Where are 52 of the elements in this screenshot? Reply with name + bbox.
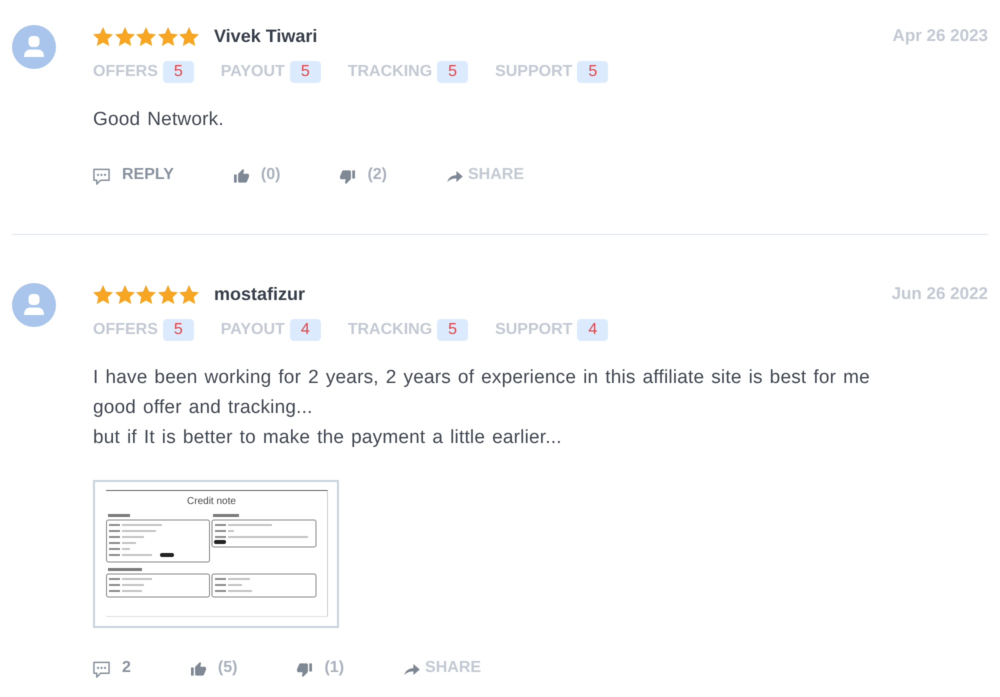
share-button[interactable]: SHARE [404, 656, 482, 680]
star-icon [179, 26, 199, 46]
share-arrow-icon [447, 171, 463, 182]
reply-button[interactable]: REPLY [93, 163, 174, 187]
score-badge: 5 [577, 61, 608, 83]
star-icon [136, 26, 156, 46]
avatar-icon [12, 25, 56, 69]
dislike-button[interactable]: (1) [297, 656, 344, 680]
review-date: Jun 26 2022 [892, 283, 988, 305]
score-badge: 5 [290, 61, 321, 83]
rating-label: TRACKING [348, 62, 432, 82]
score-badge: 5 [437, 319, 468, 341]
star-icon [114, 26, 134, 46]
star-icon [179, 284, 199, 304]
avatar-icon [12, 283, 56, 327]
score-badge: 4 [577, 319, 608, 341]
star-icon [158, 26, 178, 46]
score-badge: 4 [290, 319, 321, 341]
comment-icon [93, 661, 110, 678]
thumbs-down-icon [340, 169, 356, 184]
review-date: Apr 26 2023 [892, 25, 988, 47]
like-button[interactable]: (5) [190, 656, 238, 680]
like-button[interactable]: (0) [234, 163, 280, 187]
attachment-thumbnail[interactable]: Credit note [93, 480, 339, 628]
star-icon [136, 284, 156, 304]
score-badge: 5 [162, 61, 194, 83]
rating-label: SUPPORT [495, 320, 572, 340]
reply-button[interactable]: 2 [93, 656, 131, 680]
rating-label: TRACKING [348, 320, 432, 340]
share-button[interactable]: SHARE [447, 163, 524, 187]
review-text: Good Network. [93, 108, 225, 132]
dislike-button[interactable]: (2) [340, 163, 387, 187]
thumbs-up-icon [234, 169, 249, 184]
star-icon [93, 284, 113, 304]
rating-label: OFFERS [93, 62, 158, 82]
rating-label: PAYOUT [220, 320, 285, 340]
comment-icon [93, 168, 110, 185]
rating-label: SUPPORT [495, 62, 572, 82]
thumbs-up-icon [190, 662, 206, 677]
reviewer-name: mostafizur [214, 283, 306, 306]
review-text: I have been working for 2 years, 2 years of experience in this affiliate site is best for me good offer and tracking... but if It is better to make the payment a little earlier... [93, 366, 871, 450]
thumbs-down-icon [297, 662, 312, 677]
score-badge: 5 [162, 319, 194, 341]
star-icon [93, 26, 113, 46]
reviewer-name: Vivek Tiwari [214, 25, 318, 48]
rating-label: OFFERS [93, 320, 158, 340]
share-arrow-icon [404, 664, 420, 675]
document-title: Credit note [187, 495, 236, 509]
score-badge: 5 [437, 61, 468, 83]
rating-label: PAYOUT [220, 62, 285, 82]
star-icon [114, 284, 134, 304]
star-icon [158, 284, 178, 304]
